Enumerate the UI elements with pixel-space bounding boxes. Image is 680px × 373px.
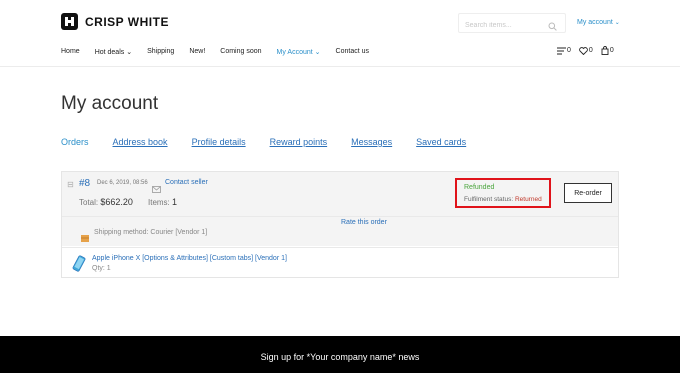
order-items-value: 1: [172, 197, 178, 207]
order-number[interactable]: #8: [79, 178, 90, 189]
brand-name: CRISP WHITE: [85, 14, 169, 29]
tab-orders[interactable]: Orders: [61, 137, 89, 147]
package-icon: [81, 229, 89, 247]
cart-button[interactable]: 0: [601, 46, 614, 55]
product-quantity: Qty: 1: [92, 265, 111, 272]
order-summary: ⊟ #8 Dec 6, 2019, 08:56 Contact seller T…: [62, 172, 618, 216]
order-total-value: $662.20: [100, 197, 133, 207]
newsletter-signup-text: Sign up for *Your company name* news: [260, 352, 420, 362]
order-items: Items: 1: [148, 197, 177, 207]
order-product-row: Apple iPhone X [Options & Attributes] [C…: [62, 247, 618, 277]
order-card: ⊟ #8 Dec 6, 2019, 08:56 Contact seller T…: [61, 171, 619, 278]
nav-item-home[interactable]: Home: [61, 48, 80, 56]
brand-logo[interactable]: CRISP WHITE: [61, 13, 169, 30]
chevron-down-icon: ⌄: [614, 20, 620, 26]
order-status: Refunded: [464, 184, 495, 191]
nav-item-new[interactable]: New!: [189, 48, 205, 56]
tab-saved-cards[interactable]: Saved cards: [416, 137, 466, 147]
envelope-icon: [152, 180, 161, 198]
my-account-label: My account: [577, 19, 613, 26]
bag-icon: [601, 46, 609, 55]
main-nav: Home Hot deals ⌄ Shipping New! Coming so…: [61, 48, 384, 56]
fulfilment-status-value: Returned: [514, 196, 542, 203]
reorder-button[interactable]: Re-order: [564, 183, 612, 203]
order-total-label: Total:: [79, 198, 99, 207]
order-items-label: Items:: [148, 198, 170, 207]
heart-icon: [579, 46, 588, 55]
shipping-method: Shipping method: Courier [Vendor 1]: [94, 229, 208, 236]
search-box[interactable]: [458, 13, 566, 36]
wishlist-count: 0: [588, 47, 593, 54]
tab-profile-details[interactable]: Profile details: [192, 137, 246, 147]
nav-item-coming-soon[interactable]: Coming soon: [220, 48, 261, 56]
nav-item-my-account[interactable]: My Account ⌄: [277, 48, 321, 56]
footer: Sign up for *Your company name* news: [0, 336, 680, 373]
fulfilment-status-label: Fulfilment status:: [464, 196, 514, 203]
account-tabs: Orders Address book Profile details Rewa…: [61, 137, 490, 147]
order-total: Total: $662.20: [79, 197, 133, 207]
rate-order-link[interactable]: Rate this order: [341, 219, 387, 226]
compare-icon: [557, 47, 566, 54]
cart-count: 0: [609, 47, 614, 54]
page-title: My account: [61, 93, 159, 114]
tab-messages[interactable]: Messages: [351, 137, 392, 147]
tab-address-book[interactable]: Address book: [113, 137, 168, 147]
my-account-dropdown[interactable]: My account ⌄: [577, 19, 620, 26]
collapse-icon[interactable]: ⊟: [67, 180, 74, 189]
contact-seller-link[interactable]: Contact seller: [165, 179, 208, 186]
order-date: Dec 6, 2019, 08:56: [97, 180, 148, 186]
header-divider: [0, 66, 680, 67]
search-input[interactable]: [459, 16, 544, 35]
header-icons: 0 0 0: [557, 46, 622, 55]
product-name-link[interactable]: Apple iPhone X [Options & Attributes] [C…: [92, 255, 287, 262]
tab-reward-points[interactable]: Reward points: [270, 137, 328, 147]
order-status-box: Refunded Fulfilment status: Returned: [455, 178, 551, 208]
order-shipping-row: Rate this order Shipping method: Courier…: [62, 216, 618, 246]
wishlist-button[interactable]: 0: [579, 46, 593, 55]
logo-icon: [61, 13, 78, 30]
nav-item-contact-us[interactable]: Contact us: [336, 48, 369, 56]
search-icon[interactable]: [548, 18, 557, 36]
nav-item-hot-deals[interactable]: Hot deals ⌄: [95, 48, 132, 56]
compare-count: 0: [567, 47, 571, 54]
nav-item-shipping[interactable]: Shipping: [147, 48, 174, 56]
compare-button[interactable]: 0: [557, 47, 571, 55]
fulfilment-status: Fulfilment status: Returned: [464, 196, 542, 203]
product-thumbnail[interactable]: [72, 255, 86, 277]
